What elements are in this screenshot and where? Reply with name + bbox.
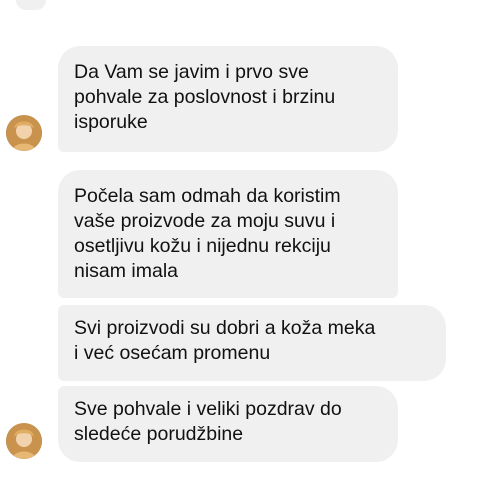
chat-conversation: Da Vam se javim i prvo sve pohvale za po… <box>0 0 500 500</box>
user-avatar-icon[interactable] <box>6 423 42 459</box>
message-bubble[interactable]: Sve pohvale i veliki pozdrav do sledeće … <box>58 386 398 462</box>
previous-message-bubble <box>16 0 46 10</box>
message-bubble[interactable]: Počela sam odmah da koristim vaše proizv… <box>58 170 398 298</box>
user-avatar-icon[interactable] <box>6 115 42 151</box>
message-bubble[interactable]: Svi proizvodi su dobri a koža meka i već… <box>58 305 446 381</box>
message-bubble[interactable]: Da Vam se javim i prvo sve pohvale za po… <box>58 46 398 152</box>
